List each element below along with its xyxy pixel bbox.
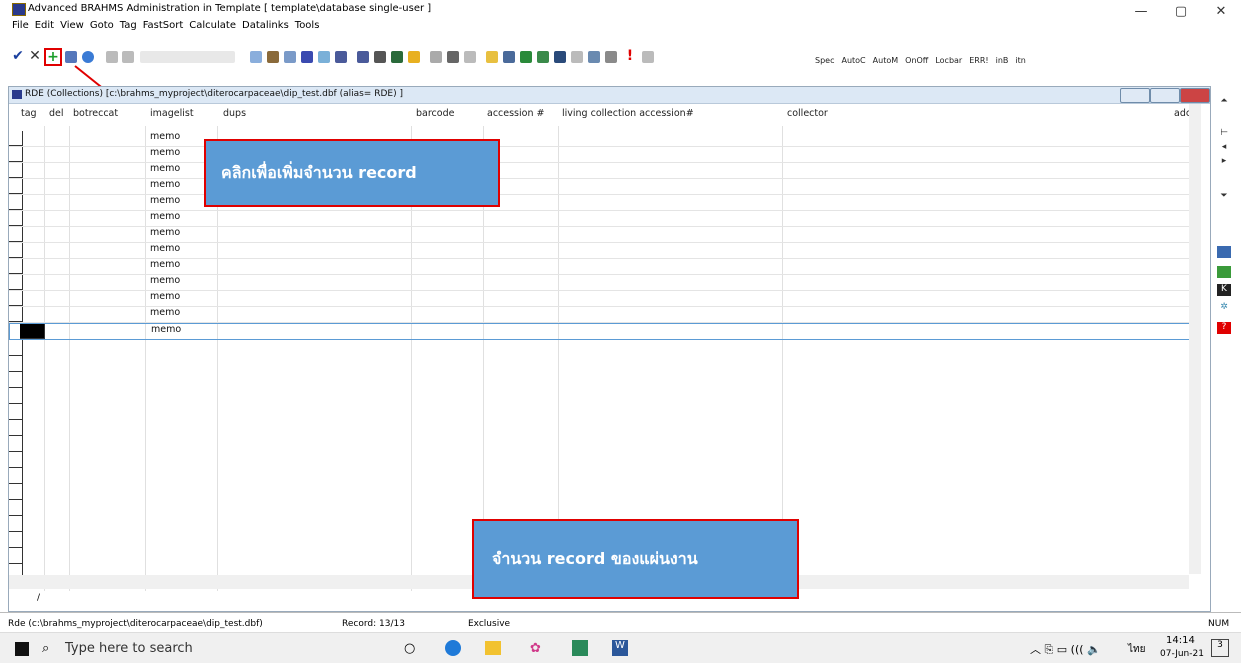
record-count-callout: จำนวน record ของแผ่นงาน [472, 519, 799, 599]
imagelist-cell[interactable]: memo [150, 179, 180, 190]
table-row[interactable]: memo [9, 259, 1189, 275]
table-row-selected[interactable]: memo [9, 323, 1191, 340]
imagelist-cell[interactable]: memo [150, 195, 180, 206]
table-row[interactable]: memo [9, 179, 1189, 195]
edge-icon[interactable] [445, 640, 461, 656]
help-red-icon[interactable]: ? [1217, 322, 1231, 334]
language-indicator[interactable]: ไทย [1128, 642, 1145, 657]
rde-minimize-button[interactable] [1120, 88, 1150, 103]
imagelist-cell[interactable]: memo [150, 163, 180, 174]
rde-title: RDE (Collections) [c:\brahms_myproject\d… [25, 89, 403, 99]
data-grid: tag del botreccat imagelist dups barcode… [9, 104, 1199, 591]
nav-icon[interactable]: ⊢ [1217, 128, 1231, 140]
app-icon[interactable]: ✿ [530, 641, 541, 656]
leaf-icon[interactable] [1217, 266, 1231, 278]
tray-icons[interactable]: ︿ ⎘ ▭ ((( 🔈 [1030, 641, 1101, 657]
cortana-icon[interactable]: ○ [404, 641, 415, 656]
table-row[interactable]: memo [9, 243, 1189, 259]
num-indicator: NUM [1208, 619, 1230, 629]
record-counter: Record: 13/13 [342, 619, 405, 629]
rde-icon [12, 90, 22, 99]
table-row[interactable]: memo [9, 275, 1189, 291]
taskbar: ⌕ Type here to search ○ ✿ W ︿ ⎘ ▭ ((( 🔈 … [0, 632, 1241, 663]
table-row[interactable]: memo [9, 307, 1189, 323]
imagelist-cell[interactable]: memo [150, 227, 180, 238]
column-header-living-collection[interactable]: living collection accession# [562, 108, 694, 119]
search-icon[interactable]: ⌕ [42, 641, 49, 656]
brahms-icon[interactable] [1217, 246, 1231, 258]
imagelist-cell[interactable]: memo [150, 275, 180, 286]
rde-close-button[interactable] [1180, 88, 1210, 103]
brahms-taskbar-icon[interactable] [572, 640, 588, 656]
word-icon[interactable]: W [612, 640, 628, 656]
status-mode: Exclusive [468, 619, 511, 629]
rde-title-bar: RDE (Collections) [c:\brahms_myproject\d… [9, 87, 1210, 104]
add-record-callout: คลิกเพื่อเพิ่มจำนวน record [204, 139, 500, 207]
imagelist-cell[interactable]: memo [150, 243, 180, 254]
network-icon[interactable]: ✲ [1217, 302, 1231, 314]
table-row[interactable]: memo [9, 227, 1189, 243]
rde-restore-button[interactable] [1150, 88, 1180, 103]
search-input[interactable]: Type here to search [65, 641, 193, 656]
status-bar: Rde (c:\brahms_myproject\diterocarpaceae… [0, 612, 1241, 633]
column-header-imagelist[interactable]: imagelist [150, 108, 194, 119]
imagelist-cell[interactable]: memo [150, 211, 180, 222]
notification-icon[interactable]: 3 [1211, 639, 1229, 657]
imagelist-cell[interactable]: memo [150, 131, 180, 142]
table-row[interactable]: memo [9, 147, 1189, 163]
first-icon[interactable]: ⏶ [1217, 96, 1231, 108]
column-header-barcode[interactable]: barcode [416, 108, 454, 119]
clock-time[interactable]: 14:14 [1166, 635, 1195, 646]
row-indicator-column [9, 340, 23, 580]
right-toolbar: ⏶ ⊢ ◂ ▸ ⏷ K ✲ ? [1212, 86, 1241, 586]
column-header-collector[interactable]: collector [787, 108, 828, 119]
column-header-accession[interactable]: accession # [487, 108, 544, 119]
next-icon[interactable]: ▸ [1217, 156, 1231, 168]
last-icon[interactable]: ⏷ [1217, 191, 1231, 203]
prev-icon[interactable]: ◂ [1217, 142, 1231, 154]
column-header-botreccat[interactable]: botreccat [73, 108, 118, 119]
windows-start-icon[interactable] [15, 642, 29, 656]
status-path: Rde (c:\brahms_myproject\diterocarpaceae… [8, 619, 263, 629]
table-row[interactable]: memo [9, 211, 1189, 227]
table-row[interactable]: memo [9, 131, 1189, 147]
explorer-icon[interactable] [485, 641, 501, 655]
table-row[interactable]: memo [9, 291, 1189, 307]
column-header-del[interactable]: del [49, 108, 64, 119]
column-header-tag[interactable]: tag [21, 108, 37, 119]
table-row[interactable]: memo [9, 195, 1189, 211]
table-row[interactable]: memo [9, 163, 1189, 179]
imagelist-cell[interactable]: memo [150, 147, 180, 158]
vertical-scrollbar[interactable] [1189, 104, 1201, 574]
clock-date[interactable]: 07-Jun-21 [1160, 649, 1204, 659]
imagelist-cell[interactable]: memo [150, 307, 180, 318]
column-header-dups[interactable]: dups [223, 108, 246, 119]
imagelist-cell[interactable]: memo [151, 324, 181, 335]
imagelist-cell[interactable]: memo [150, 291, 180, 302]
k-icon[interactable]: K [1217, 284, 1231, 296]
bottom-label: / [37, 593, 41, 603]
imagelist-cell[interactable]: memo [150, 259, 180, 270]
